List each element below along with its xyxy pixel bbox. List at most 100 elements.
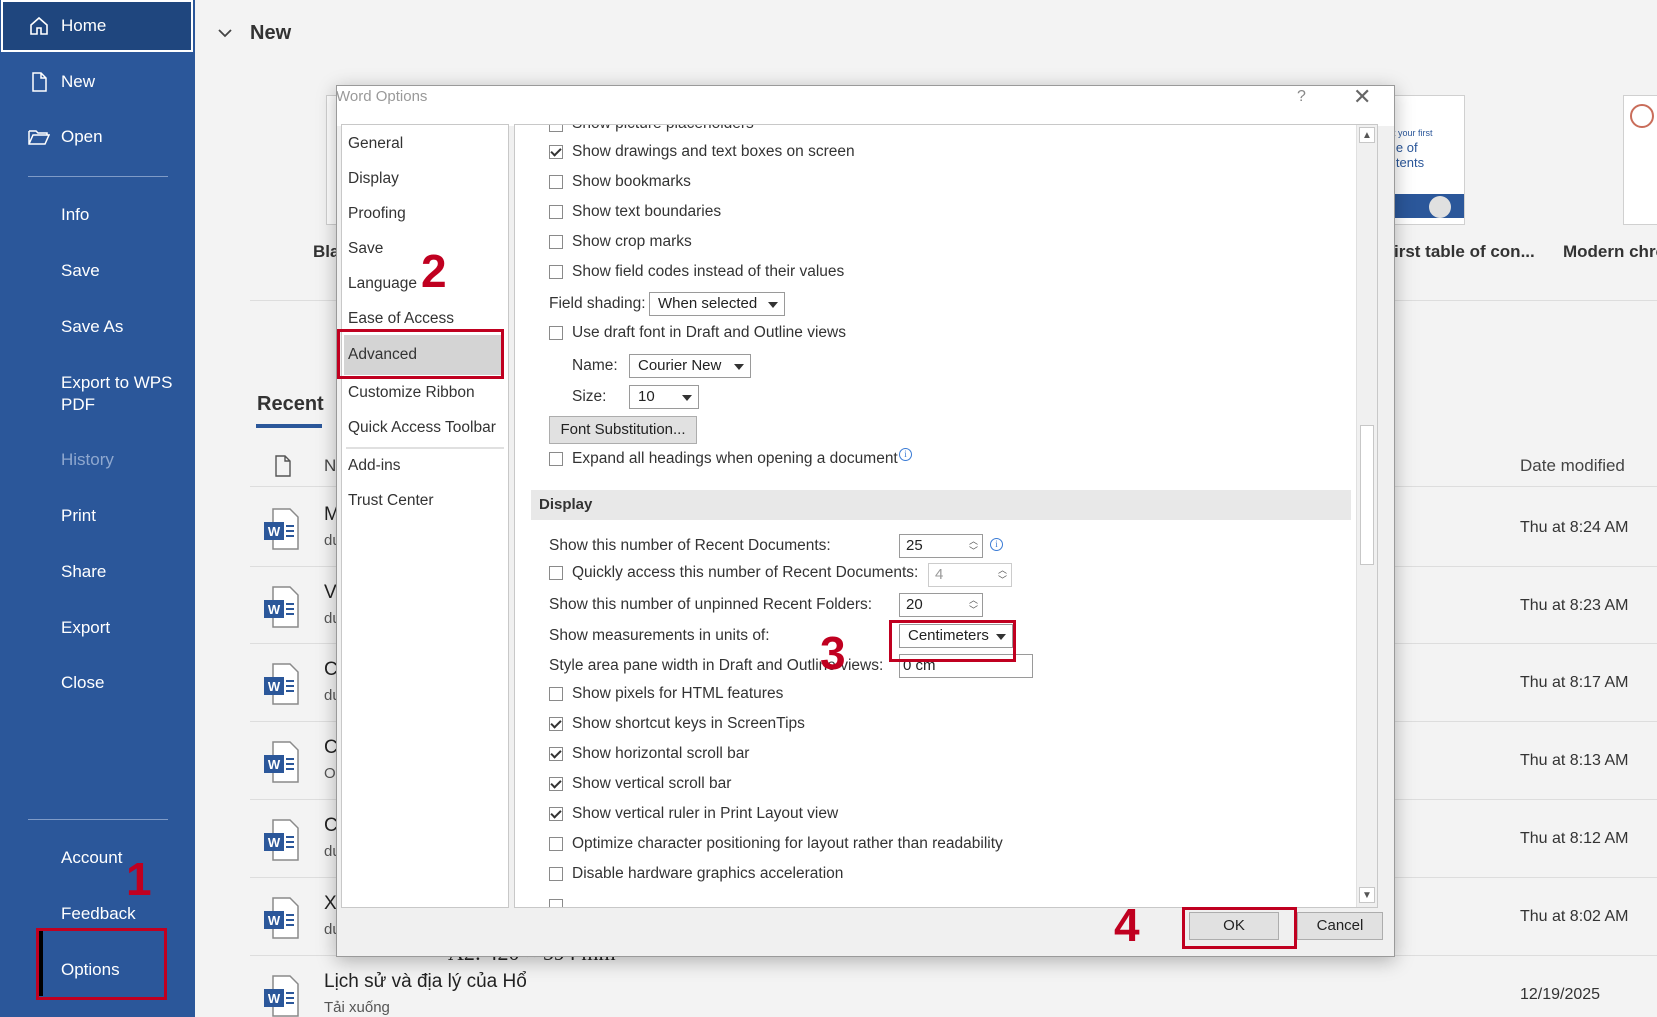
category-trust-center[interactable]: Trust Center (348, 492, 434, 510)
font-name-value: Courier New (638, 357, 722, 374)
show-drawings-checkbox[interactable] (549, 145, 563, 159)
horizontal-scroll-checkbox[interactable] (549, 747, 563, 761)
show-field-codes-checkbox[interactable] (549, 265, 563, 279)
nav-new[interactable]: New (0, 60, 195, 104)
template-label-toc: irst table of con... (1394, 242, 1535, 261)
nav-export[interactable]: Export (0, 606, 195, 650)
info-icon: i (899, 448, 912, 461)
column-name-header[interactable]: N (324, 456, 336, 476)
category-quick-access-toolbar[interactable]: Quick Access Toolbar (348, 419, 496, 437)
chevron-down-icon[interactable] (218, 28, 232, 38)
annotation-number-1: 1 (126, 853, 152, 905)
template-label-modern: Modern chro (1563, 242, 1657, 261)
scrollbar-thumb[interactable] (1360, 425, 1374, 565)
annotation-number-2: 2 (421, 245, 447, 297)
word-document-icon: W (264, 897, 299, 939)
next-option-checkbox[interactable] (549, 899, 563, 907)
show-bookmarks-label: Show bookmarks (572, 173, 691, 190)
show-picture-placeholders-checkbox[interactable] (549, 125, 563, 132)
expand-headings-checkbox[interactable] (549, 452, 563, 466)
shortcut-keys-label: Show shortcut keys in ScreenTips (572, 715, 805, 732)
svg-text:W: W (268, 757, 281, 772)
show-text-boundaries-label: Show text boundaries (572, 203, 722, 220)
pixels-html-label: Show pixels for HTML features (572, 685, 784, 702)
field-shading-dropdown[interactable]: When selected (649, 292, 785, 316)
column-date-header[interactable]: Date modified (1520, 456, 1625, 476)
category-add-ins[interactable]: Add-ins (348, 457, 401, 475)
scroll-up-icon[interactable]: ▲ (1359, 127, 1375, 143)
nav-share[interactable]: Share (0, 550, 195, 594)
category-general[interactable]: General (348, 135, 403, 153)
show-text-boundaries-checkbox[interactable] (549, 205, 563, 219)
draft-font-checkbox[interactable] (549, 326, 563, 340)
scroll-down-icon[interactable]: ▼ (1359, 887, 1375, 903)
optimize-char-label: Optimize character positioning for layou… (572, 835, 1003, 852)
svg-text:W: W (268, 991, 281, 1006)
svg-text:W: W (268, 835, 281, 850)
optimize-char-checkbox[interactable] (549, 837, 563, 851)
vertical-ruler-label: Show vertical ruler in Print Layout view (572, 805, 839, 822)
template-card-text-3: itents (1393, 155, 1425, 170)
category-list: General Display Proofing Save Language E… (341, 124, 509, 908)
svg-text:W: W (268, 602, 281, 617)
word-document-icon: W (264, 508, 299, 550)
help-button[interactable]: ? (1297, 88, 1306, 106)
category-proofing[interactable]: Proofing (348, 205, 406, 223)
file-name: X (324, 893, 337, 914)
nav-export-label: Export (61, 618, 111, 637)
recent-folders-value: 20 (906, 596, 923, 613)
nav-close[interactable]: Close (0, 661, 195, 705)
pixels-html-checkbox[interactable] (549, 687, 563, 701)
nav-export-wps-label-2: PDF (61, 395, 95, 414)
quick-access-label: Quickly access this number of Recent Doc… (572, 564, 919, 581)
category-customize-ribbon[interactable]: Customize Ribbon (348, 384, 475, 402)
quick-access-checkbox[interactable] (549, 566, 563, 580)
field-shading-label: Field shading: (549, 295, 646, 312)
annotation-box-ok (1182, 907, 1297, 949)
options-scrollbar[interactable]: ▲ ▼ (1356, 125, 1377, 907)
recent-folders-spinner[interactable]: 20 ︿ ﹀ (899, 593, 983, 617)
recent-documents-spinner[interactable]: 25 ︿ ﹀ (899, 534, 983, 558)
disable-hw-accel-checkbox[interactable] (549, 867, 563, 881)
nav-info-label: Info (61, 205, 90, 224)
category-ease-of-access[interactable]: Ease of Access (348, 310, 454, 328)
category-display[interactable]: Display (348, 170, 399, 188)
vertical-scroll-checkbox[interactable] (549, 777, 563, 791)
file-date: Thu at 8:24 AM (1520, 519, 1629, 536)
annotation-box-advanced (337, 329, 504, 379)
font-size-dropdown[interactable]: 10 (629, 385, 699, 409)
info-icon: i (990, 538, 1003, 551)
annotation-box-units (889, 620, 1016, 662)
file-type-icon (275, 455, 291, 477)
file-name: V (324, 582, 337, 603)
nav-open[interactable]: Open (0, 115, 195, 159)
nav-info[interactable]: Info (0, 193, 195, 237)
category-language[interactable]: Language (348, 275, 417, 293)
show-bookmarks-checkbox[interactable] (549, 175, 563, 189)
nav-divider (28, 176, 168, 177)
show-crop-marks-checkbox[interactable] (549, 235, 563, 249)
template-card-modern[interactable] (1623, 95, 1657, 225)
new-document-icon (32, 72, 47, 92)
nav-print[interactable]: Print (0, 494, 195, 538)
shortcut-keys-checkbox[interactable] (549, 717, 563, 731)
show-picture-placeholders-label: Show picture placeholders (572, 125, 754, 133)
nav-export-wps-pdf[interactable]: Export to WPS PDF (0, 362, 195, 414)
font-name-dropdown[interactable]: Courier New (629, 354, 751, 378)
recent-documents-value: 25 (906, 537, 923, 554)
vertical-ruler-checkbox[interactable] (549, 807, 563, 821)
show-field-codes-label: Show field codes instead of their values (572, 263, 845, 280)
tab-recent[interactable]: Recent (257, 393, 324, 416)
font-substitution-button[interactable]: Font Substitution... (549, 416, 697, 444)
nav-save-as[interactable]: Save As (0, 305, 195, 349)
nav-save[interactable]: Save (0, 249, 195, 293)
nav-home[interactable]: Home (0, 4, 195, 48)
close-icon[interactable]: ✕ (1353, 84, 1371, 110)
nav-account[interactable]: Account (0, 836, 195, 880)
font-size-value: 10 (638, 388, 655, 405)
template-card-text-1: t your first (1393, 128, 1433, 138)
annotation-number-3: 3 (820, 627, 846, 679)
file-location: O (324, 765, 336, 782)
category-save[interactable]: Save (348, 240, 383, 258)
cancel-button[interactable]: Cancel (1297, 912, 1383, 940)
